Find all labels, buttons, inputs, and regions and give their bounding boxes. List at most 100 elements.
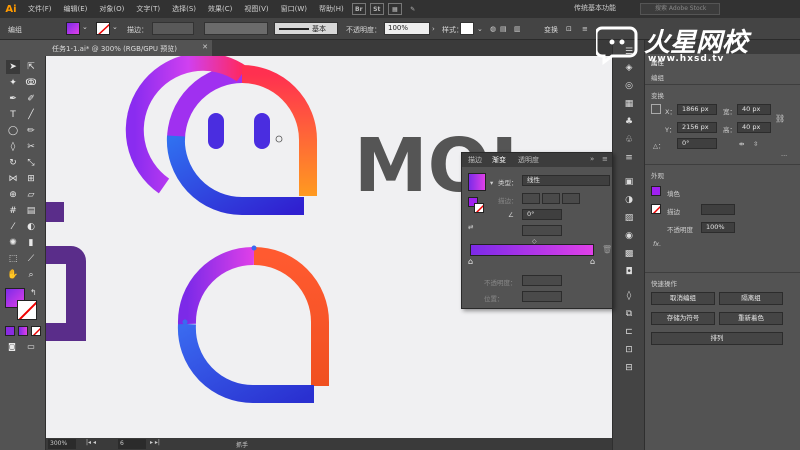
transform-panel-icon[interactable]: ⊡	[623, 344, 635, 356]
menu-edit[interactable]: 编辑(E)	[58, 4, 94, 14]
mesh-tool-icon[interactable]: #	[6, 204, 20, 218]
menu-effect[interactable]: 效果(C)	[202, 4, 238, 14]
align-panel-icon[interactable]: ▩	[623, 248, 635, 260]
chevron-down-icon[interactable]: ⌄	[477, 25, 483, 33]
variable-width-profile[interactable]	[204, 22, 268, 35]
menu-icon[interactable]: ≡	[582, 25, 588, 33]
pathfinder-icon[interactable]: ◘	[623, 266, 635, 278]
flip-vertical-icon[interactable]: ⇳	[753, 140, 758, 148]
partial-shape-left[interactable]	[46, 202, 86, 341]
zoom-level-input[interactable]: 300%	[48, 439, 76, 449]
graphic-style-swatch[interactable]	[460, 22, 474, 35]
chevron-down-icon[interactable]: ▾	[490, 179, 493, 187]
menu-select[interactable]: 选择(S)	[166, 4, 202, 14]
stop-position-input[interactable]	[522, 291, 562, 302]
eraser-tool-icon[interactable]: ◊	[6, 140, 20, 154]
reference-point-icon[interactable]	[651, 104, 661, 114]
chevron-down-icon[interactable]: ⌄	[112, 23, 118, 31]
stroke-swatch[interactable]	[651, 204, 661, 214]
graphic-styles-icon[interactable]: ◉	[623, 230, 635, 242]
stroke-swatch[interactable]	[96, 22, 110, 35]
brush-definition-dropdown[interactable]: 基本	[274, 22, 338, 35]
stroke-mode-3[interactable]	[562, 193, 580, 204]
stroke-weight-input[interactable]	[701, 204, 735, 215]
draw-mode-icon[interactable]: ◙	[5, 340, 19, 354]
workspace-switcher[interactable]: 传统基本功能	[574, 3, 616, 13]
recolor-icon[interactable]: ◍	[490, 25, 496, 33]
menu-file[interactable]: 文件(F)	[22, 4, 58, 14]
tab-gradient[interactable]: 渐变	[492, 155, 506, 165]
arrange-button[interactable]: 排列	[651, 332, 783, 345]
fill-swatch[interactable]	[66, 22, 80, 35]
fx-icon[interactable]: fx.	[653, 240, 661, 248]
swap-colors-icon[interactable]: ↰	[30, 288, 37, 297]
free-transform-icon[interactable]: ⊞	[24, 172, 38, 186]
save-as-symbol-button[interactable]: 存储为符号	[651, 312, 715, 325]
magic-wand-icon[interactable]: ✦	[6, 76, 20, 90]
brushes-icon[interactable]: ♣	[623, 116, 635, 128]
gradient-preview-swatch[interactable]	[468, 173, 486, 191]
rotate-tool-icon[interactable]: ↻	[6, 156, 20, 170]
document-tab[interactable]: 任务1-1.ai* @ 300% (RGB/GPU 预览) ✕	[46, 40, 212, 56]
width-tool-icon[interactable]: ⋈	[6, 172, 20, 186]
gradient-panel-icon[interactable]: ▣	[623, 176, 635, 188]
chevron-down-icon[interactable]: ⌄	[82, 23, 88, 31]
pen-tool-icon[interactable]: ✒	[6, 92, 20, 106]
color-mode-none[interactable]	[31, 326, 41, 336]
isolate-group-button[interactable]: 隔离组	[719, 292, 783, 305]
direct-selection-tool-icon[interactable]: ⇱	[24, 60, 38, 74]
curvature-tool-icon[interactable]: ✐	[24, 92, 38, 106]
menu-help[interactable]: 帮助(H)	[313, 4, 350, 14]
hand-tool-icon[interactable]: ✋	[6, 268, 20, 282]
rotate-input[interactable]: 0°	[677, 138, 717, 149]
transparency-icon[interactable]: ◑	[623, 194, 635, 206]
more-options-icon[interactable]: ···	[781, 152, 787, 160]
transform-link[interactable]: 变换	[544, 25, 558, 35]
panel-menu-icon[interactable]: ≡	[602, 155, 608, 163]
ungroup-button[interactable]: 取消编组	[651, 292, 715, 305]
scissors-tool-icon[interactable]: ✂	[24, 140, 38, 154]
symbols-icon[interactable]: ♧	[623, 134, 635, 146]
angle-input[interactable]: 0°	[522, 209, 562, 220]
character-icon[interactable]: ⊟	[623, 362, 635, 374]
eyedropper-icon[interactable]: ⁄	[6, 220, 20, 234]
recolor-button[interactable]: 重新着色	[719, 312, 783, 325]
stroke-mini-swatch[interactable]	[474, 203, 484, 213]
width-input[interactable]: 40 px	[737, 104, 771, 115]
stroke-weight-input[interactable]	[152, 22, 194, 35]
color-mode-gradient[interactable]	[18, 326, 28, 336]
menu-type[interactable]: 文字(T)	[130, 4, 166, 14]
lasso-tool-icon[interactable]: ↂ	[24, 76, 38, 90]
align-icon[interactable]: ▤	[500, 25, 507, 33]
menu-view[interactable]: 视图(V)	[238, 4, 274, 14]
gradient-slider[interactable]	[470, 244, 594, 256]
artboard-tool-icon[interactable]: ⬚	[6, 252, 20, 266]
blend-tool-icon[interactable]: ◐	[24, 220, 38, 234]
chevron-right-icon[interactable]: ›	[432, 25, 435, 33]
artboards-icon[interactable]: ⧉	[623, 308, 635, 320]
zoom-tool-icon[interactable]: ⌕	[24, 268, 38, 282]
link-icon[interactable]: ⛓	[775, 114, 785, 123]
tab-transparency[interactable]: 透明度	[518, 155, 539, 165]
layers-stack-icon[interactable]: ◊	[623, 290, 635, 302]
next-artboard-icon[interactable]: ▸ ▸|	[150, 439, 160, 446]
align-icon[interactable]: ▥	[514, 25, 521, 33]
shape-builder-icon[interactable]: ⊕	[6, 188, 20, 202]
collapse-icon[interactable]: »	[590, 155, 594, 163]
stroke-color-swatch[interactable]	[17, 300, 37, 320]
appearance-icon[interactable]: ▨	[623, 212, 635, 224]
stroke-panel-icon[interactable]: ≡	[623, 152, 635, 164]
color-icon[interactable]: ◎	[623, 80, 635, 92]
grid-icon[interactable]: ▦	[387, 3, 402, 15]
gradient-tool-icon[interactable]: ▤	[24, 204, 38, 218]
stroke-mode-2[interactable]	[542, 193, 560, 204]
gradient-stop-right[interactable]: ⌂	[590, 257, 595, 266]
symbol-sprayer-icon[interactable]: ✺	[6, 236, 20, 250]
ellipse-tool-icon[interactable]: ◯	[6, 124, 20, 138]
aspect-ratio-input[interactable]	[522, 225, 562, 236]
tab-stroke[interactable]: 描边	[468, 155, 482, 165]
line-tool-icon[interactable]: ╱	[24, 108, 38, 122]
menu-window[interactable]: 窗口(W)	[275, 4, 313, 14]
close-icon[interactable]: ✕	[202, 43, 208, 51]
y-input[interactable]: 2156 px	[677, 122, 717, 133]
